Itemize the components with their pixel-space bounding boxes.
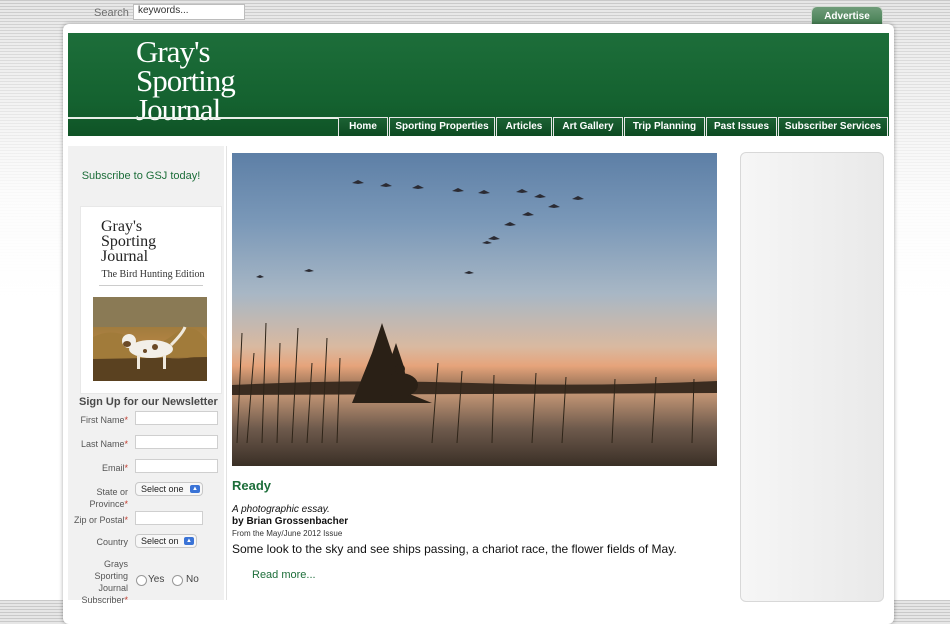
email-label: Email* bbox=[101, 463, 128, 473]
nav-articles[interactable]: Articles bbox=[496, 117, 552, 136]
cover-title: Gray's Sporting Journal bbox=[101, 218, 157, 265]
logo-line: Journal bbox=[136, 92, 221, 127]
top-bar: Search keywords... Advertise bbox=[0, 0, 950, 27]
nav-trip-planning[interactable]: Trip Planning bbox=[624, 117, 705, 136]
logo-line: Gray's bbox=[136, 34, 211, 69]
article-deck: A photographic essay. bbox=[232, 504, 330, 515]
site-logo[interactable]: Gray's Sporting Journal bbox=[136, 34, 246, 129]
main-content: Ready A photographic essay. by Brian Gro… bbox=[232, 153, 732, 600]
state-select[interactable]: Select one ▲ bbox=[135, 482, 203, 496]
cover-title-line: Gray's bbox=[101, 218, 143, 235]
cover-meta-rule bbox=[99, 285, 203, 288]
subscriber-yes-radio[interactable] bbox=[136, 575, 147, 586]
left-sidebar: Subscribe to GSJ today! Gray's Sporting … bbox=[68, 146, 224, 605]
nav-subscriber-services[interactable]: Subscriber Services bbox=[778, 117, 888, 136]
nav-home[interactable]: Home bbox=[338, 117, 388, 136]
search-label: Search bbox=[94, 7, 129, 19]
cover-subtitle: The Bird Hunting Edition bbox=[101, 269, 205, 280]
nav-sporting-properties[interactable]: Sporting Properties bbox=[389, 117, 495, 136]
column-divider bbox=[226, 146, 227, 600]
read-more-link[interactable]: Read more... bbox=[252, 569, 316, 581]
logo-line: Sporting bbox=[136, 63, 236, 98]
last-name-field[interactable] bbox=[135, 435, 218, 449]
subscriber-no-label: No bbox=[186, 574, 199, 585]
email-field[interactable] bbox=[135, 459, 218, 473]
main-nav: Home Sporting Properties Articles Art Ga… bbox=[338, 117, 889, 136]
first-name-label: First Name* bbox=[80, 415, 128, 425]
search-input[interactable]: keywords... bbox=[133, 4, 245, 20]
article-title[interactable]: Ready bbox=[232, 478, 271, 493]
last-name-label: Last Name* bbox=[80, 439, 128, 449]
article-byline: by Brian Grossenbacher bbox=[232, 516, 349, 527]
zip-field[interactable] bbox=[135, 511, 203, 525]
subscriber-yes-label: Yes bbox=[148, 574, 165, 585]
select-arrows-icon: ▲ bbox=[184, 537, 194, 545]
country-label: Country bbox=[96, 537, 128, 547]
magazine-cover[interactable]: Gray's Sporting Journal The Bird Hunting… bbox=[80, 206, 222, 394]
nav-past-issues[interactable]: Past Issues bbox=[706, 117, 777, 136]
zip-label: Zip or Postal* bbox=[73, 515, 128, 525]
cover-dog-painting bbox=[93, 297, 207, 381]
country-select[interactable]: Select on ▲ bbox=[135, 534, 197, 548]
article-excerpt: Some look to the sky and see ships passi… bbox=[232, 542, 677, 556]
site-header: Gray's Sporting Journal Home Sporting Pr… bbox=[68, 33, 889, 136]
subscriber-no-radio[interactable] bbox=[172, 575, 183, 586]
header-rule bbox=[68, 117, 338, 119]
cover-title-line: Journal bbox=[101, 248, 149, 265]
subscriber-label: Grays Sporting Journal Subscriber* bbox=[81, 559, 128, 605]
newsletter-title: Sign Up for our Newsletter bbox=[79, 396, 218, 408]
article-issue: From the May/June 2012 Issue bbox=[232, 529, 343, 538]
first-name-field[interactable] bbox=[135, 411, 218, 425]
article-hero-image[interactable] bbox=[232, 153, 717, 466]
state-label: State or Province* bbox=[89, 487, 128, 509]
right-sidebar bbox=[740, 152, 884, 602]
nav-art-gallery[interactable]: Art Gallery bbox=[553, 117, 623, 136]
select-arrows-icon: ▲ bbox=[190, 485, 200, 493]
cover-title-line: Sporting bbox=[101, 233, 157, 250]
subscribe-link[interactable]: Subscribe to GSJ today! bbox=[68, 170, 214, 182]
